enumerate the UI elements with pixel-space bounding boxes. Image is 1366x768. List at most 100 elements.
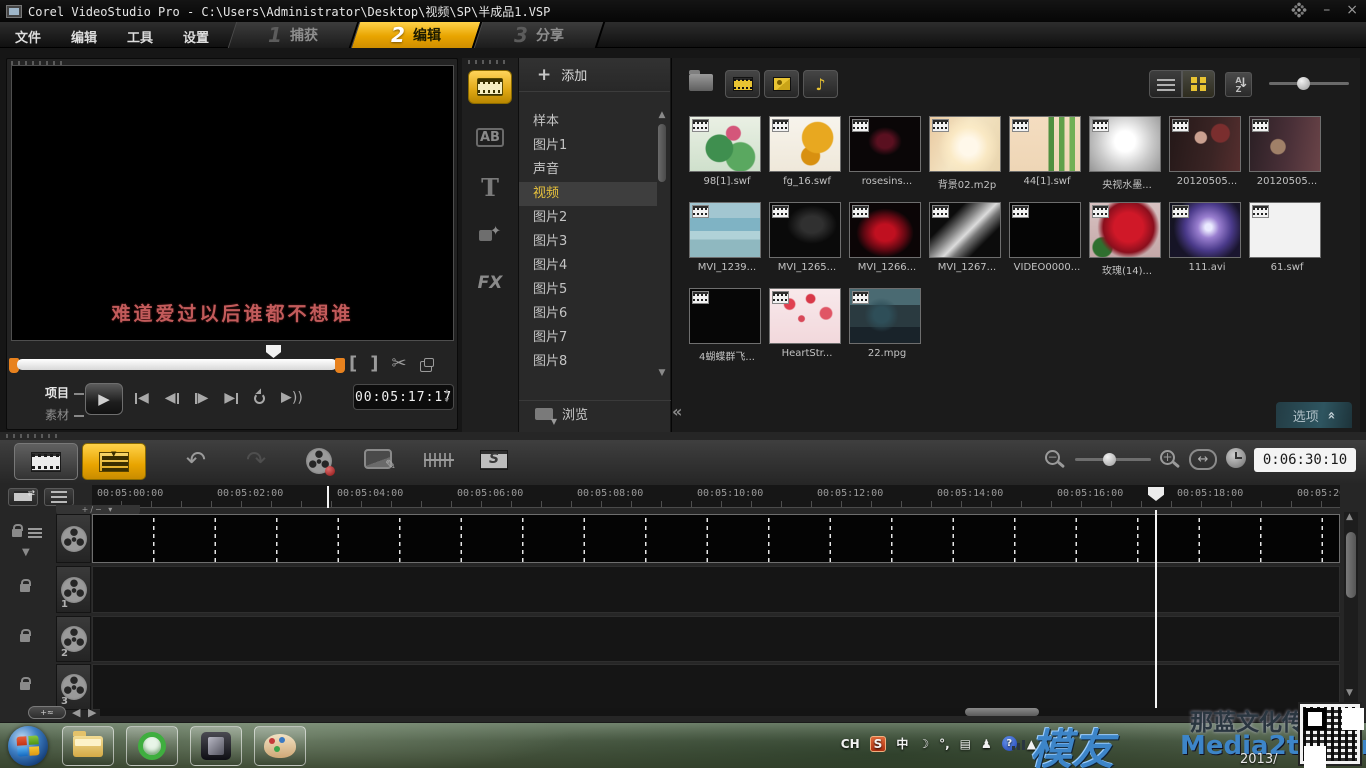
slider-thumb[interactable] (1297, 77, 1310, 90)
options-button[interactable]: 选项 « (1276, 402, 1352, 428)
browse-button[interactable]: 浏览 (519, 400, 671, 426)
track-lock-icon[interactable] (20, 634, 30, 642)
media-thumbnail[interactable] (1249, 202, 1321, 258)
tray-icon-5[interactable]: ▤ (960, 737, 971, 751)
home-button[interactable]: ◀ (135, 390, 149, 406)
scrollbar-thumb[interactable] (965, 708, 1039, 716)
list-view-button[interactable] (1149, 70, 1182, 98)
trim-handle-end[interactable] (335, 358, 345, 373)
tray-icon-7[interactable]: ? (1002, 736, 1017, 751)
record-capture-icon[interactable] (306, 448, 332, 474)
media-item[interactable]: MVI_1265... (769, 202, 849, 277)
scroll-left-icon[interactable]: ◀ (72, 706, 80, 719)
tray-icon-6[interactable]: ♟ (981, 737, 992, 751)
media-item[interactable]: VIDEO0000... (1009, 202, 1089, 277)
timeline-view-button[interactable] (82, 443, 146, 480)
tray-icon-8[interactable]: ▲ (1027, 737, 1036, 751)
media-item[interactable]: 98[1].swf (689, 116, 769, 191)
filter-audio-button[interactable]: ♪ (803, 70, 838, 98)
timeline-horizontal-scrollbar[interactable] (100, 708, 1340, 716)
library-folder-样本[interactable]: 样本 (519, 110, 657, 134)
media-item[interactable]: 背景02.m2p (929, 116, 1009, 191)
overlay-track-2[interactable] (92, 616, 1340, 662)
library-folder-图片5[interactable]: 图片5 (519, 278, 657, 302)
media-item[interactable]: 61.swf (1249, 202, 1329, 277)
minimize-button[interactable]: – (1323, 2, 1330, 18)
media-thumbnail[interactable] (849, 116, 921, 172)
menu-item-2[interactable]: 工具 (112, 22, 168, 46)
timeline-zoom-slider[interactable] (1075, 458, 1151, 461)
timecode-spinner[interactable]: ▲▼ (445, 388, 450, 404)
scrubber-position-marker[interactable] (266, 345, 281, 358)
tray-icon-3[interactable]: ☽ (918, 737, 929, 751)
track-lock-icon[interactable] (12, 529, 22, 537)
sound-mixer-icon[interactable] (424, 450, 454, 470)
scroll-right-icon[interactable]: ▶ (88, 706, 96, 719)
preview-timecode[interactable]: 00:05:17:17 ▲▼ (353, 384, 454, 410)
media-thumbnail[interactable] (1169, 202, 1241, 258)
storyboard-view-button[interactable] (14, 443, 78, 480)
end-button[interactable]: ▶ (224, 390, 238, 406)
media-thumbnail[interactable] (929, 116, 1001, 172)
chapter-marker[interactable] (327, 486, 329, 508)
add-audio-track-button[interactable]: +≈ (28, 706, 66, 719)
step-tab-1[interactable]: 1捕获 (228, 22, 359, 48)
tray-icon-4[interactable]: °, (939, 737, 950, 751)
step-tab-3[interactable]: 3分享 (474, 22, 605, 48)
transition-ab-tab[interactable]: AB (468, 120, 512, 154)
scrollbar-thumb[interactable] (658, 124, 666, 182)
grid-view-button[interactable] (1182, 70, 1215, 98)
play-button[interactable]: ▶ (85, 383, 123, 415)
redo-button[interactable]: ↷ (246, 446, 266, 474)
media-thumbnail[interactable] (769, 202, 841, 258)
menu-item-0[interactable]: 文件 (0, 22, 56, 46)
taskbar-paint-button[interactable] (254, 726, 306, 766)
library-folder-图片7[interactable]: 图片7 (519, 326, 657, 350)
media-item[interactable]: MVI_1266... (849, 202, 929, 277)
timeline-timecode[interactable]: 0:06:30:10 (1254, 448, 1356, 472)
timeline-vertical-scrollbar[interactable]: ▲ ▼ (1344, 512, 1358, 708)
media-thumbnail[interactable] (1009, 116, 1081, 172)
library-folder-图片3[interactable]: 图片3 (519, 230, 657, 254)
media-thumbnail[interactable] (849, 288, 921, 344)
scroll-up-icon[interactable]: ▲ (656, 110, 668, 120)
volume-button[interactable]: ◀)) (281, 390, 303, 406)
tray-icon-2[interactable]: 中 (896, 735, 908, 752)
media-item[interactable]: 22.mpg (849, 288, 929, 363)
media-thumbnail[interactable] (689, 116, 761, 172)
media-thumbnail[interactable] (1089, 116, 1161, 172)
media-thumbnail[interactable] (929, 202, 1001, 258)
media-item[interactable]: 44[1].swf (1009, 116, 1089, 191)
track-lock-icon[interactable] (20, 584, 30, 592)
media-thumbnail[interactable] (689, 288, 761, 344)
overlay-track-header-2[interactable]: 2 (56, 616, 91, 662)
media-item[interactable]: 玫瑰(14)... (1089, 202, 1169, 277)
library-folder-视频[interactable]: 视频 (519, 182, 657, 206)
media-item[interactable]: MVI_1267... (929, 202, 1009, 277)
taskbar-explorer-button[interactable] (62, 726, 114, 766)
scrubber-bar[interactable] (17, 359, 337, 370)
fit-project-icon[interactable]: ↔ (1189, 449, 1217, 470)
media-thumbnail[interactable] (1089, 202, 1161, 258)
slider-thumb[interactable] (1103, 453, 1116, 466)
title-tab[interactable]: T (468, 170, 512, 204)
media-gallery-tab[interactable] (468, 70, 512, 104)
next-frame-button[interactable]: ▶ (195, 390, 209, 406)
window-options-icon[interactable] (1291, 2, 1307, 18)
overlay-track-header-1[interactable]: 1 (56, 566, 91, 613)
undo-button[interactable]: ↶ (186, 446, 206, 474)
media-thumbnail[interactable] (769, 288, 841, 344)
media-item[interactable]: HeartStr... (769, 288, 849, 363)
media-item[interactable]: 20120505... (1169, 116, 1249, 191)
sort-button[interactable]: AZ (1225, 72, 1252, 97)
surround-sound-icon[interactable] (480, 450, 508, 470)
split-clip-icon[interactable]: ✂ (391, 353, 406, 374)
library-scrollbar[interactable]: ▲ ▼ (656, 110, 668, 434)
start-button[interactable] (8, 726, 48, 766)
video-track[interactable] (92, 514, 1340, 563)
overlay-track-1[interactable] (92, 566, 1340, 613)
expand-track-icon[interactable]: ▼ (22, 547, 30, 558)
library-folder-图片6[interactable]: 图片6 (519, 302, 657, 326)
filter-photos-button[interactable] (764, 70, 799, 98)
duration-clock-icon[interactable] (1226, 448, 1246, 468)
